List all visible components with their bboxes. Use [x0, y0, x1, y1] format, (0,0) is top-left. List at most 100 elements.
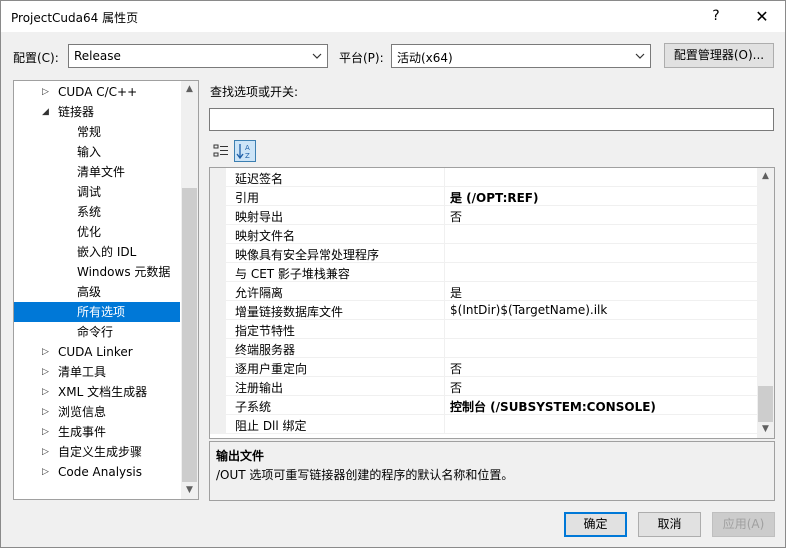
property-row[interactable]: 与 CET 影子堆栈兼容 [210, 263, 757, 282]
column-separator [444, 187, 445, 206]
expand-arrow-icon[interactable]: ▷ [42, 82, 52, 102]
property-value[interactable]: 是 [450, 284, 462, 301]
description-panel: 输出文件 /OUT 选项可重写链接器创建的程序的默认名称和位置。 [209, 441, 775, 501]
grid-scroll-thumb[interactable] [758, 386, 773, 422]
alphabetical-view-button[interactable]: A Z [234, 140, 256, 162]
row-gutter [210, 168, 226, 187]
tree-item-label: 常规 [77, 125, 102, 139]
help-button[interactable]: ? [693, 1, 739, 32]
row-gutter [210, 187, 226, 206]
expand-arrow-icon[interactable]: ▷ [42, 342, 52, 362]
property-value[interactable]: $(IntDir)$(TargetName).ilk [450, 303, 607, 317]
category-tree[interactable]: ▷ CUDA C/C++ ◢ 链接器常规输入 清单文件 调试 系统 优化嵌入的 IDL Wind… [13, 80, 199, 500]
platform-select[interactable]: 活动(x64) [391, 44, 651, 68]
row-gutter [210, 415, 226, 434]
property-value[interactable]: 否 [450, 379, 462, 396]
tree-item-label: 所有选项 [77, 305, 126, 319]
tree-item[interactable]: 优化 [14, 222, 180, 242]
tree-item[interactable]: ▷ 自定义生成步骤 [14, 442, 180, 462]
ok-button[interactable]: 确定 [564, 512, 627, 537]
categorized-view-button[interactable] [210, 140, 232, 162]
property-row[interactable]: 阻止 Dll 绑定 [210, 415, 757, 434]
tree-item[interactable]: 调试 [14, 182, 180, 202]
tree-item[interactable]: 常规 [14, 122, 180, 142]
tree-item[interactable]: 系统 [14, 202, 180, 222]
row-gutter [210, 225, 226, 244]
collapse-arrow-icon[interactable]: ◢ [42, 102, 52, 122]
property-name: 与 CET 影子堆栈兼容 [235, 267, 350, 281]
search-input[interactable] [209, 108, 774, 131]
property-name: 映射导出 [235, 210, 284, 224]
scroll-down-icon[interactable]: ▼ [757, 421, 774, 438]
tree-item-label: 清单工具 [58, 365, 107, 379]
tree-item[interactable]: ▷ CUDA C/C++ [14, 82, 180, 102]
row-gutter [210, 301, 226, 320]
cancel-button[interactable]: 取消 [638, 512, 701, 537]
row-gutter [210, 377, 226, 396]
property-name: 增量链接数据库文件 [235, 305, 344, 319]
grid-scrollbar[interactable]: ▲ ▼ [757, 168, 774, 438]
tree-item[interactable]: ▷ 清单工具 [14, 362, 180, 382]
tree-item-label: CUDA C/C++ [58, 85, 138, 99]
tree-item[interactable]: 命令行 [14, 322, 180, 342]
property-value[interactable]: 控制台 (/SUBSYSTEM:CONSOLE) [450, 398, 656, 415]
tree-item[interactable]: ▷ Code Analysis [14, 462, 180, 482]
property-row[interactable]: 映射导出 否 [210, 206, 757, 225]
tree-item[interactable]: 清单文件 [14, 162, 180, 182]
expand-arrow-icon[interactable]: ▷ [42, 442, 52, 462]
tree-item[interactable]: 输入 [14, 142, 180, 162]
property-row[interactable]: 允许隔离 是 [210, 282, 757, 301]
config-manager-button[interactable]: 配置管理器(O)... [664, 43, 774, 68]
property-value[interactable]: 否 [450, 208, 462, 225]
expand-arrow-icon[interactable]: ▷ [42, 462, 52, 482]
platform-label: 平台(P): [339, 51, 384, 65]
property-row[interactable]: 映射文件名 [210, 225, 757, 244]
property-name: 映像具有安全异常处理程序 [235, 248, 380, 262]
tree-item[interactable]: ▷ XML 文档生成器 [14, 382, 180, 402]
row-gutter [210, 320, 226, 339]
tree-item[interactable]: ▷ CUDA Linker [14, 342, 180, 362]
property-value[interactable]: 是 (/OPT:REF) [450, 189, 539, 206]
column-separator [444, 320, 445, 339]
tree-item-label: 嵌入的 IDL [77, 245, 137, 259]
scroll-up-icon[interactable]: ▲ [181, 81, 198, 98]
tree-item-label: 链接器 [58, 105, 95, 119]
tree-scroll-thumb[interactable] [182, 188, 197, 482]
property-grid[interactable]: 延迟签名 引用是 (/OPT:REF) 映射导出否映射文件名 映像具有安全异常处理程序… [209, 167, 775, 439]
row-gutter [210, 263, 226, 282]
property-name: 映射文件名 [235, 229, 296, 243]
apply-button[interactable]: 应用(A) [712, 512, 775, 537]
expand-arrow-icon[interactable]: ▷ [42, 382, 52, 402]
property-name: 终端服务器 [235, 343, 296, 357]
tree-item-label: 生成事件 [58, 425, 107, 439]
expand-arrow-icon[interactable]: ▷ [42, 362, 52, 382]
close-button[interactable]: ✕ [739, 1, 785, 32]
property-value[interactable]: 否 [450, 360, 462, 377]
property-row[interactable]: 注册输出 否 [210, 377, 757, 396]
tree-item[interactable]: ▷ 生成事件 [14, 422, 180, 442]
tree-scrollbar[interactable]: ▲ ▼ [181, 81, 198, 499]
property-row[interactable]: 映像具有安全异常处理程序 [210, 244, 757, 263]
property-row[interactable]: 逐用户重定向 否 [210, 358, 757, 377]
property-row[interactable]: 指定节特性 [210, 320, 757, 339]
expand-arrow-icon[interactable]: ▷ [42, 422, 52, 442]
property-row[interactable]: 终端服务器 [210, 339, 757, 358]
tree-item[interactable]: ◢ 链接器 [14, 102, 180, 122]
config-select[interactable]: Release [68, 44, 328, 68]
property-pages-dialog: ProjectCuda64 属性页 ? ✕ 配置(C): Release 平台(… [0, 0, 786, 548]
scroll-down-icon[interactable]: ▼ [181, 482, 198, 499]
row-gutter [210, 339, 226, 358]
scroll-up-icon[interactable]: ▲ [757, 168, 774, 185]
property-row[interactable]: 子系统 控制台 (/SUBSYSTEM:CONSOLE) [210, 396, 757, 415]
property-row[interactable]: 延迟签名 [210, 168, 757, 187]
tree-item[interactable]: Windows 元数据 [14, 262, 180, 282]
tree-item[interactable]: ▷ 浏览信息 [14, 402, 180, 422]
property-row[interactable]: 引用 是 (/OPT:REF) [210, 187, 757, 206]
column-separator [444, 244, 445, 263]
property-row[interactable]: 增量链接数据库文件 $(IntDir)$(TargetName).ilk [210, 301, 757, 320]
expand-arrow-icon[interactable]: ▷ [42, 402, 52, 422]
tree-item[interactable]: 所有选项 [14, 302, 180, 322]
tree-item[interactable]: 嵌入的 IDL [14, 242, 180, 262]
column-separator [444, 282, 445, 301]
tree-item[interactable]: 高级 [14, 282, 180, 302]
